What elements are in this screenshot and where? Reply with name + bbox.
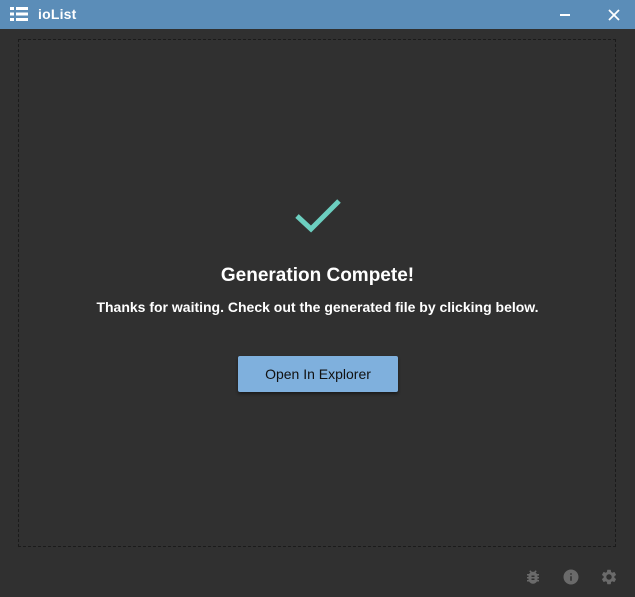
title-bar: ioList: [0, 0, 635, 29]
minimize-button[interactable]: [545, 0, 585, 29]
close-icon: [608, 8, 620, 21]
bug-icon[interactable]: [524, 568, 542, 586]
settings-gear-icon[interactable]: [600, 568, 618, 586]
completion-heading: Generation Compete!: [220, 265, 415, 286]
info-icon[interactable]: [562, 568, 580, 586]
close-button[interactable]: [594, 0, 634, 29]
content-panel: [18, 39, 616, 547]
checkmark-icon: [295, 199, 341, 233]
window-title: ioList: [38, 6, 77, 22]
minimize-icon: [560, 13, 570, 16]
app-window: ioList Generation Compete! Thanks for wa…: [0, 0, 635, 597]
list-icon[interactable]: [10, 7, 28, 21]
open-in-explorer-button[interactable]: Open In Explorer: [238, 356, 398, 392]
completion-message: Thanks for waiting. Check out the genera…: [96, 299, 539, 315]
